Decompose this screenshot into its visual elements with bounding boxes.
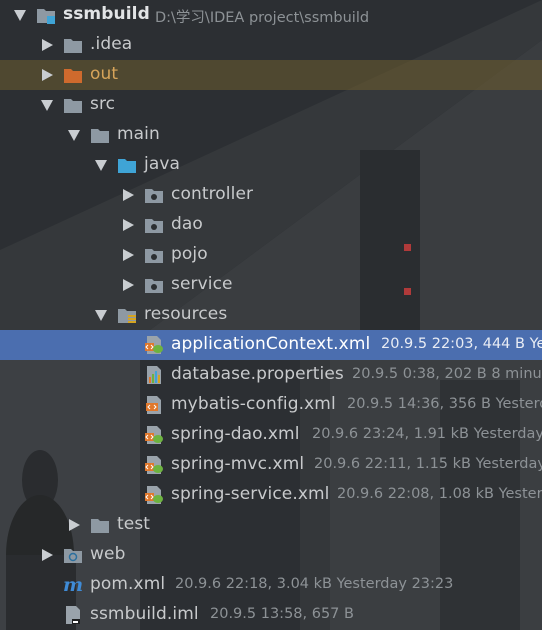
- folder-icon: [63, 96, 83, 114]
- tree-item-label: applicationContext.xml: [171, 334, 371, 354]
- package-icon: [144, 186, 164, 204]
- tree-item-info: 20.9.6 22:18, 3.04 kB Yesterday 23:23: [175, 576, 454, 592]
- chevron-down-icon[interactable]: [14, 10, 26, 21]
- chevron-right-icon[interactable]: [123, 219, 134, 231]
- tree-row-src[interactable]: src: [0, 90, 542, 120]
- folder-icon: [90, 126, 110, 144]
- tree-row-resources[interactable]: resources: [0, 300, 542, 330]
- tree-item-label: out: [90, 64, 119, 84]
- tree-item-label: spring-mvc.xml: [171, 454, 305, 474]
- tree-row-service[interactable]: service: [0, 270, 542, 300]
- tree-item-label: ssmbuild.iml: [90, 604, 199, 624]
- tree-row-pom[interactable]: m pom.xml 20.9.6 22:18, 3.04 kB Yesterday …: [0, 570, 542, 600]
- tree-item-label: ssmbuild: [63, 4, 150, 24]
- tree-row-test[interactable]: test: [0, 510, 542, 540]
- tree-item-label: controller: [171, 184, 254, 204]
- tree-row-applicationContext[interactable]: applicationContext.xml 20.9.5 22:03, 444 …: [0, 330, 542, 360]
- tree-item-info: 20.9.6 22:08, 1.08 kB Yesterday: [337, 486, 542, 502]
- tree-item-label: src: [90, 94, 116, 114]
- chevron-down-icon[interactable]: [95, 160, 107, 171]
- tree-item-label: spring-service.xml: [171, 484, 330, 504]
- tree-row-idea[interactable]: .idea: [0, 30, 542, 60]
- tree-row-database[interactable]: database.properties 20.9.5 0:38, 202 B 8 …: [0, 360, 542, 390]
- tree-item-label: web: [90, 544, 126, 564]
- tree-item-label: dao: [171, 214, 203, 234]
- folder-icon: [90, 516, 110, 534]
- chevron-right-icon[interactable]: [69, 519, 80, 531]
- tree-item-label: test: [117, 514, 151, 534]
- chevron-right-icon[interactable]: [123, 249, 134, 261]
- spring-xml-icon: [144, 426, 164, 444]
- package-icon: [144, 276, 164, 294]
- chevron-down-icon[interactable]: [41, 100, 53, 111]
- tree-item-label: spring-dao.xml: [171, 424, 300, 444]
- project-tree: ssmbuild D:\学习\IDEA project\ssmbuild .idea…: [0, 0, 542, 630]
- spring-xml-icon: [144, 456, 164, 474]
- chevron-down-icon[interactable]: [95, 310, 107, 321]
- chevron-right-icon[interactable]: [123, 279, 134, 291]
- tree-row-springservice[interactable]: spring-service.xml 20.9.6 22:08, 1.08 kB …: [0, 480, 542, 510]
- tree-item-info: 20.9.6 22:11, 1.15 kB Yesterday: [314, 456, 542, 472]
- tree-item-info: 20.9.5 0:38, 202 B 8 minutes ago: [352, 366, 542, 382]
- package-icon: [144, 246, 164, 264]
- tree-row-mybatis[interactable]: mybatis-config.xml 20.9.5 14:36, 356 B Ye…: [0, 390, 542, 420]
- svg-text:m: m: [63, 576, 83, 594]
- tree-item-info: D:\学习\IDEA project\ssmbuild: [155, 10, 370, 26]
- tree-row-java[interactable]: java: [0, 150, 542, 180]
- tree-item-label: pojo: [171, 244, 208, 264]
- tree-item-label: database.properties: [171, 364, 344, 384]
- tree-item-info: 20.9.5 14:36, 356 B Yesterday: [347, 396, 542, 412]
- tree-item-info: 20.9.5 13:58, 657 B: [210, 606, 354, 622]
- tree-item-info: 20.9.6 23:24, 1.91 kB Yesterday: [312, 426, 542, 442]
- tree-row-pojo[interactable]: pojo: [0, 240, 542, 270]
- chevron-right-icon[interactable]: [123, 189, 134, 201]
- tree-item-label: .idea: [90, 34, 133, 54]
- tree-item-label: java: [144, 154, 181, 174]
- tree-row-controller[interactable]: controller: [0, 180, 542, 210]
- chevron-down-icon[interactable]: [68, 130, 80, 141]
- tree-item-label: mybatis-config.xml: [171, 394, 336, 414]
- tree-row-out[interactable]: out: [0, 60, 542, 90]
- tree-item-label: resources: [144, 304, 228, 324]
- spring-xml-icon: [144, 486, 164, 504]
- tree-row-ssmbuild[interactable]: ssmbuild D:\学习\IDEA project\ssmbuild: [0, 0, 542, 30]
- tree-row-web[interactable]: web: [0, 540, 542, 570]
- tree-row-main[interactable]: main: [0, 120, 542, 150]
- tree-row-iml[interactable]: ssmbuild.iml 20.9.5 13:58, 657 B: [0, 600, 542, 630]
- maven-icon: m: [63, 574, 83, 596]
- iml-file-icon: [63, 606, 83, 624]
- spring-xml-icon: [144, 336, 164, 354]
- module-folder-icon: [36, 6, 56, 24]
- tree-item-label: main: [117, 124, 160, 144]
- folder-icon: [63, 36, 83, 54]
- tree-item-label: service: [171, 274, 233, 294]
- tree-row-springmvc[interactable]: spring-mvc.xml 20.9.6 22:11, 1.15 kB Yest…: [0, 450, 542, 480]
- tree-row-dao[interactable]: dao: [0, 210, 542, 240]
- source-folder-icon: [117, 156, 137, 174]
- excluded-folder-icon: [63, 66, 83, 84]
- properties-icon: [144, 366, 164, 384]
- tree-item-info: 20.9.5 22:03, 444 B Yesterday: [381, 336, 542, 352]
- chevron-right-icon[interactable]: [42, 549, 53, 561]
- package-icon: [144, 216, 164, 234]
- resources-folder-icon: [117, 306, 137, 324]
- chevron-right-icon[interactable]: [42, 39, 53, 51]
- tree-row-springdao[interactable]: spring-dao.xml 20.9.6 23:24, 1.91 kB Yest…: [0, 420, 542, 450]
- chevron-right-icon[interactable]: [42, 69, 53, 81]
- tree-item-label: pom.xml: [90, 574, 166, 594]
- web-folder-icon: [63, 546, 83, 564]
- xml-icon: [144, 396, 164, 414]
